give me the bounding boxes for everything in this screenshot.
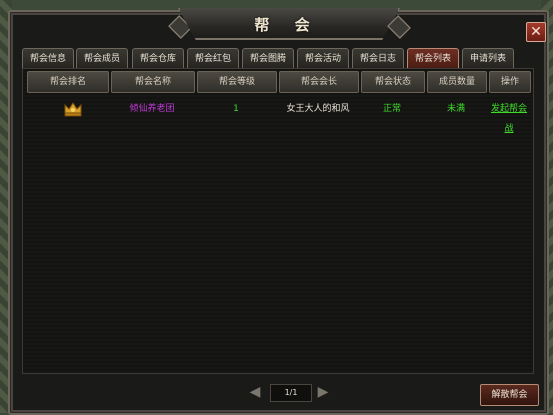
tab-guild-log[interactable]: 帮会日志 <box>352 48 404 69</box>
guild-name: 倾仙养老团 <box>129 104 175 114</box>
tab-guild-info[interactable]: 帮会信息 <box>22 48 74 69</box>
pager: ◀ 1/1 ▶ <box>248 384 338 402</box>
header-guild-name[interactable]: 帮会名称 <box>111 71 195 93</box>
table-row[interactable]: 倾仙养老团 1 女王大人的和风 正常 未满 发起帮会战 <box>23 99 533 134</box>
tab-guild-members[interactable]: 帮会成员 <box>76 48 128 69</box>
header-guild-status[interactable]: 帮会状态 <box>361 71 425 93</box>
tab-application-list[interactable]: 申请列表 <box>462 48 514 69</box>
tab-guild-red-packet[interactable]: 帮会红包 <box>187 48 239 69</box>
close-button[interactable]: ✕ <box>526 22 546 42</box>
declare-war-link[interactable]: 发起帮会战 <box>487 99 531 134</box>
tab-guild-list[interactable]: 帮会列表 <box>407 48 459 69</box>
guild-level: 1 <box>233 104 239 114</box>
member-count: 未满 <box>446 104 465 114</box>
header-rank[interactable]: 帮会排名 <box>27 71 109 93</box>
window-title: 帮 会 <box>254 16 320 34</box>
tab-guild-activity[interactable]: 帮会活动 <box>297 48 349 69</box>
guild-status: 正常 <box>382 104 401 114</box>
tab-guild-warehouse[interactable]: 帮会仓库 <box>132 48 184 69</box>
dissolve-guild-button[interactable]: 解散帮会 <box>480 384 539 406</box>
arrow-right-icon[interactable]: ▶ <box>316 385 330 399</box>
tab-guild-totem[interactable]: 帮会图腾 <box>242 48 294 69</box>
guild-list-panel: 帮会排名 帮会名称 帮会等级 帮会会长 帮会状态 成员数量 操作 倾仙养老团 1… <box>22 68 534 374</box>
header-guild-leader[interactable]: 帮会会长 <box>279 71 359 93</box>
guild-window: 帮 会 ✕ 帮会信息 帮会成员 帮会仓库 帮会红包 帮会图腾 帮会活动 帮会日志… <box>8 8 549 415</box>
crown-icon <box>64 102 82 117</box>
header-member-count[interactable]: 成员数量 <box>427 71 487 93</box>
header-action[interactable]: 操作 <box>489 71 531 93</box>
header-guild-level[interactable]: 帮会等级 <box>197 71 277 93</box>
arrow-left-icon[interactable]: ◀ <box>248 385 262 399</box>
guild-leader: 女王大人的和风 <box>286 104 350 114</box>
page-indicator: 1/1 <box>270 384 312 402</box>
